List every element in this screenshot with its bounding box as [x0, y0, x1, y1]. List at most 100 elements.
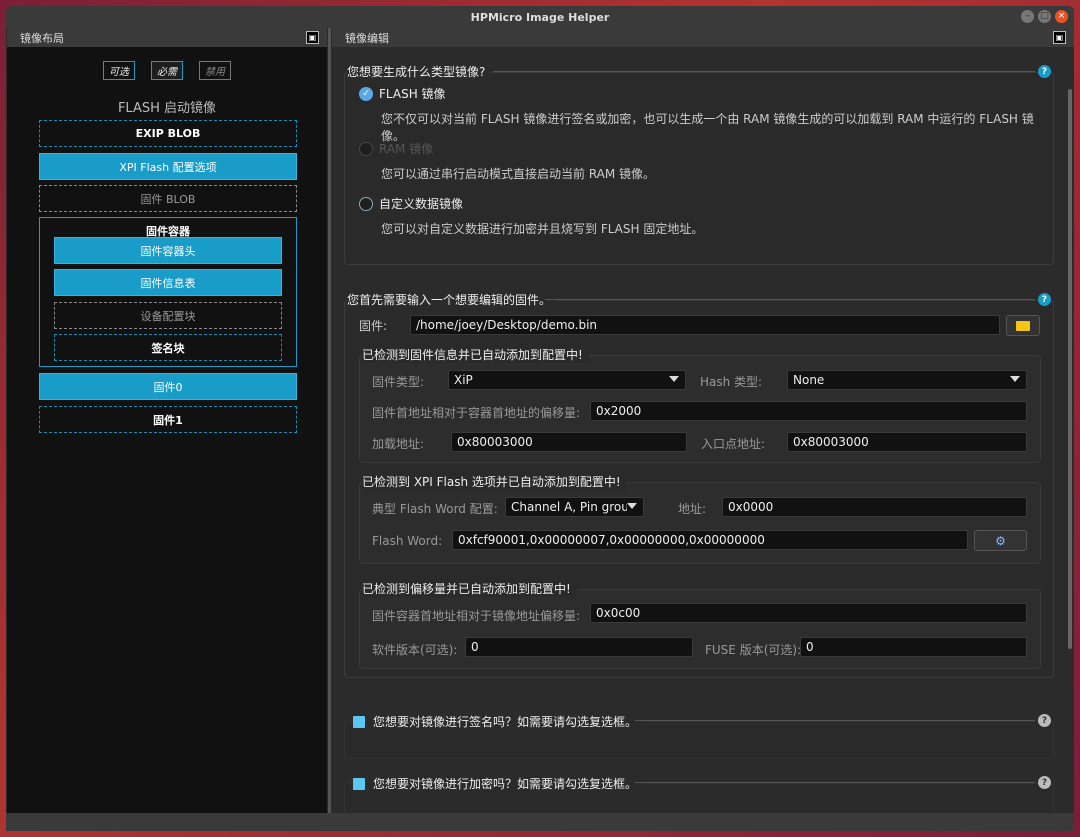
block-fw0[interactable]: 固件0 — [39, 373, 297, 400]
help-icon[interactable]: ? — [1038, 714, 1051, 727]
scrollbar[interactable] — [1068, 89, 1072, 649]
sign-group: 您想要对镜像进行签名吗？如需要请勾选复选框。 ? — [344, 713, 1054, 759]
block-xpi-flash[interactable]: XPI Flash 配置选项 — [39, 153, 297, 180]
layout-title: FLASH 启动镜像 — [117, 101, 217, 116]
filter-required[interactable]: 必需 — [151, 61, 183, 80]
dropdown-arrow-icon — [669, 376, 679, 382]
fuse-version-label: FUSE 版本(可选): — [705, 643, 802, 657]
ram-image-desc: 您可以通过串行启动模式直接启动当前 RAM 镜像。 — [381, 167, 656, 181]
help-icon[interactable]: ? — [1038, 65, 1051, 78]
layout-panel-title: 镜像布局 — [20, 31, 64, 45]
image-type-title: 您想要生成什么类型镜像? — [347, 63, 492, 80]
xpi-addr-field[interactable]: 0x0000 — [722, 497, 1027, 517]
custom-image-desc: 您可以对自定义数据进行加密并且烧写到 FLASH 固定地址。 — [381, 222, 704, 236]
hash-type-select[interactable]: None — [787, 370, 1027, 390]
entry-addr-field[interactable]: 0x80003000 — [787, 432, 1027, 452]
xpi-flash-group: 已检测到 XPI Flash 选项并已自动添加到配置中! 典型 Flash Wo… — [359, 473, 1041, 564]
radio-flash-label: FLASH 镜像 — [379, 87, 446, 101]
edit-panel-header: 镜像编辑 ▣ — [332, 28, 1074, 47]
fw-type-select[interactable]: XiP — [448, 370, 686, 390]
gear-icon: ⚙ — [995, 533, 1006, 548]
sw-version-label: 软件版本(可选): — [372, 643, 458, 657]
encrypt-checkbox-row[interactable]: 您想要对镜像进行加密吗？如需要请勾选复选框。 — [353, 775, 644, 792]
xpi-addr-label: 地址: — [678, 502, 707, 516]
minimize-icon[interactable]: – — [1021, 10, 1034, 23]
edit-scroll-area[interactable]: 您想要生成什么类型镜像? ? ✓ FLASH 镜像 您不仅可以对当前 FLASH… — [332, 47, 1074, 813]
load-addr-field[interactable]: 0x80003000 — [451, 432, 687, 452]
radio-unchecked-icon — [359, 196, 373, 211]
block-fw-container[interactable]: 固件容器 固件容器头 固件信息表 设备配置块 签名块 — [39, 217, 297, 367]
fw-type-value: XiP — [454, 373, 473, 387]
help-icon[interactable]: ? — [1038, 776, 1051, 789]
firmware-label: 固件: — [359, 319, 388, 333]
typical-flash-word-label: 典型 Flash Word 配置: — [372, 502, 498, 516]
filter-disabled[interactable]: 禁用 — [199, 61, 231, 80]
radio-checked-icon: ✓ — [359, 86, 373, 101]
image-type-group: 您想要生成什么类型镜像? ? ✓ FLASH 镜像 您不仅可以对当前 FLASH… — [344, 63, 1054, 265]
encrypt-checkbox[interactable] — [353, 777, 365, 790]
container-offset-label: 固件容器首地址相对于镜像地址偏移量: — [372, 609, 581, 623]
flash-word-settings-button[interactable]: ⚙ — [974, 530, 1027, 551]
block-signature[interactable]: 签名块 — [54, 334, 282, 361]
sign-question: 您想要对镜像进行签名吗？如需要请勾选复选框。 — [373, 715, 638, 729]
fuse-version-field[interactable]: 0 — [800, 637, 1027, 657]
typical-flash-word-value: Channel A, Pin group0 — [511, 500, 627, 514]
app-window: HPMicro Image Helper – □ × 镜像布局 ▣ 可选 必需 … — [6, 6, 1074, 831]
sign-checkbox-row[interactable]: 您想要对镜像进行签名吗？如需要请勾选复选框。 — [353, 713, 644, 730]
firmware-group: 您首先需要输入一个想要编辑的固件。 ? 固件: /home/joey/Deskt… — [344, 291, 1054, 678]
sw-version-field[interactable]: 0 — [465, 637, 693, 657]
hash-type-value: None — [793, 373, 825, 387]
entry-addr-label: 入口点地址: — [701, 437, 766, 451]
container-offset-field[interactable]: 0x0c00 — [590, 603, 1027, 623]
radio-custom-label: 自定义数据镜像 — [379, 197, 464, 211]
encrypt-group: 您想要对镜像进行加密吗？如需要请勾选复选框。 ? — [344, 775, 1054, 813]
radio-flash-image[interactable]: ✓ FLASH 镜像 — [359, 85, 446, 102]
encrypt-question: 您想要对镜像进行加密吗？如需要请勾选复选框。 — [373, 777, 638, 791]
offset-title: 已检测到偏移量并已自动添加到配置中! — [362, 580, 577, 597]
undock-icon[interactable]: ▣ — [1053, 31, 1066, 44]
radio-ram-image: RAM 镜像 — [359, 140, 433, 157]
folder-icon — [1016, 320, 1030, 331]
layout-panel-header: 镜像布局 ▣ — [7, 28, 327, 47]
block-fw-info[interactable]: 固件信息表 — [54, 269, 282, 296]
load-addr-label: 加载地址: — [372, 437, 425, 451]
window-title: HPMicro Image Helper — [470, 10, 610, 24]
xpi-flash-title: 已检测到 XPI Flash 选项并已自动添加到配置中! — [362, 473, 627, 490]
flash-word-field[interactable]: 0xfcf90001,0x00000007,0x00000000,0x00000… — [452, 530, 968, 550]
panel-splitter[interactable] — [328, 28, 331, 813]
close-icon[interactable]: × — [1055, 10, 1068, 23]
fw-type-label: 固件类型: — [372, 375, 425, 389]
image-layout-panel: 镜像布局 ▣ 可选 必需 禁用 FLASH 启动镜像 EXIP BLOB XPI… — [7, 28, 327, 813]
help-icon[interactable]: ? — [1038, 293, 1051, 306]
undock-icon[interactable]: ▣ — [306, 31, 319, 44]
maximize-icon[interactable]: □ — [1038, 10, 1051, 23]
title-bar[interactable]: HPMicro Image Helper – □ × — [6, 6, 1074, 28]
block-fw-blob[interactable]: 固件 BLOB — [39, 185, 297, 212]
flash-image-desc: 您不仅可以对当前 FLASH 镜像进行签名或加密，也可以生成一个由 RAM 镜像… — [381, 112, 1034, 143]
fw-offset-field[interactable]: 0x2000 — [590, 401, 1027, 421]
fw-offset-label: 固件首地址相对于容器首地址的偏移量: — [372, 406, 581, 420]
status-bar — [6, 813, 1074, 831]
radio-custom-data-image[interactable]: 自定义数据镜像 — [359, 195, 463, 212]
radio-unchecked-icon — [359, 141, 373, 156]
flash-word-label: Flash Word: — [372, 534, 443, 548]
dropdown-arrow-icon — [627, 503, 637, 509]
block-exip-blob[interactable]: EXIP BLOB — [39, 120, 297, 147]
block-fw1[interactable]: 固件1 — [39, 406, 297, 433]
radio-ram-label: RAM 镜像 — [379, 142, 434, 156]
typical-flash-word-select[interactable]: Channel A, Pin group0 — [505, 497, 644, 517]
sign-checkbox[interactable] — [353, 715, 365, 728]
firmware-path-field[interactable]: /home/joey/Desktop/demo.bin — [410, 315, 1000, 335]
edit-panel-title: 镜像编辑 — [345, 31, 389, 45]
filter-optional[interactable]: 可选 — [103, 61, 135, 80]
hash-type-label: Hash 类型: — [700, 375, 763, 389]
dropdown-arrow-icon — [1010, 376, 1020, 382]
browse-folder-button[interactable] — [1006, 315, 1040, 336]
block-device-cfg[interactable]: 设备配置块 — [54, 302, 282, 329]
image-edit-panel: 镜像编辑 ▣ 您想要生成什么类型镜像? ? ✓ FLASH 镜像 您不仅可以对当… — [332, 28, 1074, 813]
firmware-info-title: 已检测到固件信息并已自动添加到配置中! — [362, 346, 589, 363]
offset-group: 已检测到偏移量并已自动添加到配置中! 固件容器首地址相对于镜像地址偏移量: 0x… — [359, 580, 1041, 669]
block-container-header[interactable]: 固件容器头 — [54, 237, 282, 264]
firmware-info-group: 已检测到固件信息并已自动添加到配置中! 固件类型: XiP Hash 类型: N… — [359, 346, 1041, 463]
layout-filters: 可选 必需 禁用 — [7, 61, 327, 80]
